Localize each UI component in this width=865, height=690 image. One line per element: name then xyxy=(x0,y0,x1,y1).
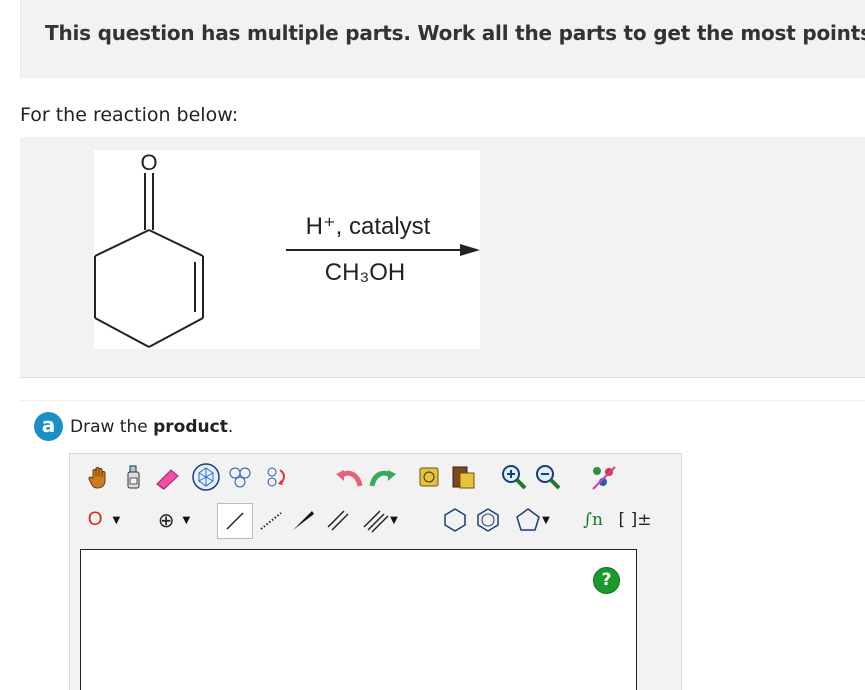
bottle-icon xyxy=(127,465,140,489)
part-instruction: Draw the product. xyxy=(70,417,233,437)
clean-structure-button[interactable] xyxy=(586,460,620,494)
redo-icon xyxy=(369,470,396,487)
chevron-down-icon: ▼ xyxy=(182,514,191,526)
ring-template-button[interactable] xyxy=(189,460,223,494)
help-button[interactable]: ? xyxy=(593,567,620,594)
wedge-bond-icon xyxy=(293,511,314,530)
instructions-text: This question has multiple parts. Work a… xyxy=(45,21,865,45)
undo-icon xyxy=(336,470,363,487)
instruction-suffix: . xyxy=(227,417,234,437)
triple-bond-button[interactable]: ▼ xyxy=(355,503,405,537)
hashed-bond-button[interactable] xyxy=(254,503,288,537)
reaction-svg: O H⁺, catalyst CH₃OH xyxy=(94,150,480,348)
reaction-panel: O H⁺, catalyst CH₃OH xyxy=(20,137,865,378)
chain-template-button[interactable] xyxy=(225,460,259,494)
paste-icon xyxy=(452,466,475,489)
ring-template-icon xyxy=(192,463,220,491)
zoom-out-icon xyxy=(536,465,561,490)
chevron-down-icon: ▼ xyxy=(112,514,121,526)
double-bond-button[interactable] xyxy=(321,503,355,537)
instruction-bold: product xyxy=(153,417,228,437)
cyclopentane-button[interactable]: ▼ xyxy=(506,503,558,537)
cyclopentane-icon xyxy=(516,508,541,531)
triple-bond-icon xyxy=(363,510,389,533)
atom-selector[interactable]: O ▼ xyxy=(82,503,126,537)
benzene-button[interactable] xyxy=(471,503,505,537)
drawing-canvas[interactable] xyxy=(80,549,637,690)
eraser-icon xyxy=(156,469,179,490)
instruction-prefix: Draw the xyxy=(70,417,154,437)
chevron-down-icon: ▼ xyxy=(542,514,550,526)
cyclohexane-button[interactable] xyxy=(438,503,472,537)
sgroup-label: ∫n xyxy=(583,510,603,530)
paste-button[interactable] xyxy=(447,460,481,494)
eraser-bottle-button[interactable] xyxy=(116,460,150,494)
zoom-in-icon xyxy=(502,465,527,490)
reagent-bottom-label: CH₃OH xyxy=(325,259,405,286)
reaction-diagram: O H⁺, catalyst CH₃OH xyxy=(94,150,480,349)
zoom-in-button[interactable] xyxy=(497,460,531,494)
sgroup-button[interactable]: ∫n xyxy=(575,503,611,537)
question-prompt: For the reaction below: xyxy=(20,104,239,126)
hand-tool-button[interactable] xyxy=(82,460,116,494)
atom-selector-value: O xyxy=(87,509,103,530)
hashed-bond-icon xyxy=(260,512,282,530)
single-bond-icon xyxy=(226,512,244,530)
charge-selector[interactable]: ⊕ ▼ xyxy=(148,503,200,537)
reaction-arrow-head xyxy=(460,244,480,256)
double-bond-icon xyxy=(327,510,349,531)
part-label-badge: a xyxy=(34,412,63,441)
cyclohexenone-structure xyxy=(94,173,204,348)
chevron-down-icon: ▼ xyxy=(390,514,398,526)
redo-button[interactable] xyxy=(366,460,400,494)
bracket-label: [ ]± xyxy=(618,510,652,530)
hand-icon xyxy=(88,467,106,489)
zoom-out-button[interactable] xyxy=(531,460,565,494)
clean-structure-icon xyxy=(592,466,616,490)
copy-button[interactable] xyxy=(414,460,448,494)
cyclohexane-icon xyxy=(444,508,466,532)
wedge-bond-button[interactable] xyxy=(286,503,320,537)
reagent-top-label: H⁺, catalyst xyxy=(306,213,431,240)
bracket-button[interactable]: [ ]± xyxy=(615,503,655,537)
single-bond-button[interactable] xyxy=(217,503,253,539)
rotate-template-button[interactable] xyxy=(260,460,294,494)
charge-plus-icon: ⊕ xyxy=(157,508,175,532)
eraser-button[interactable] xyxy=(150,460,184,494)
chain-template-icon xyxy=(229,467,251,488)
carbonyl-oxygen-label: O xyxy=(140,150,157,175)
undo-button[interactable] xyxy=(332,460,366,494)
rotate-template-icon xyxy=(267,467,285,487)
copy-icon xyxy=(419,467,439,487)
benzene-icon xyxy=(477,508,499,532)
instructions-banner: This question has multiple parts. Work a… xyxy=(20,0,865,78)
